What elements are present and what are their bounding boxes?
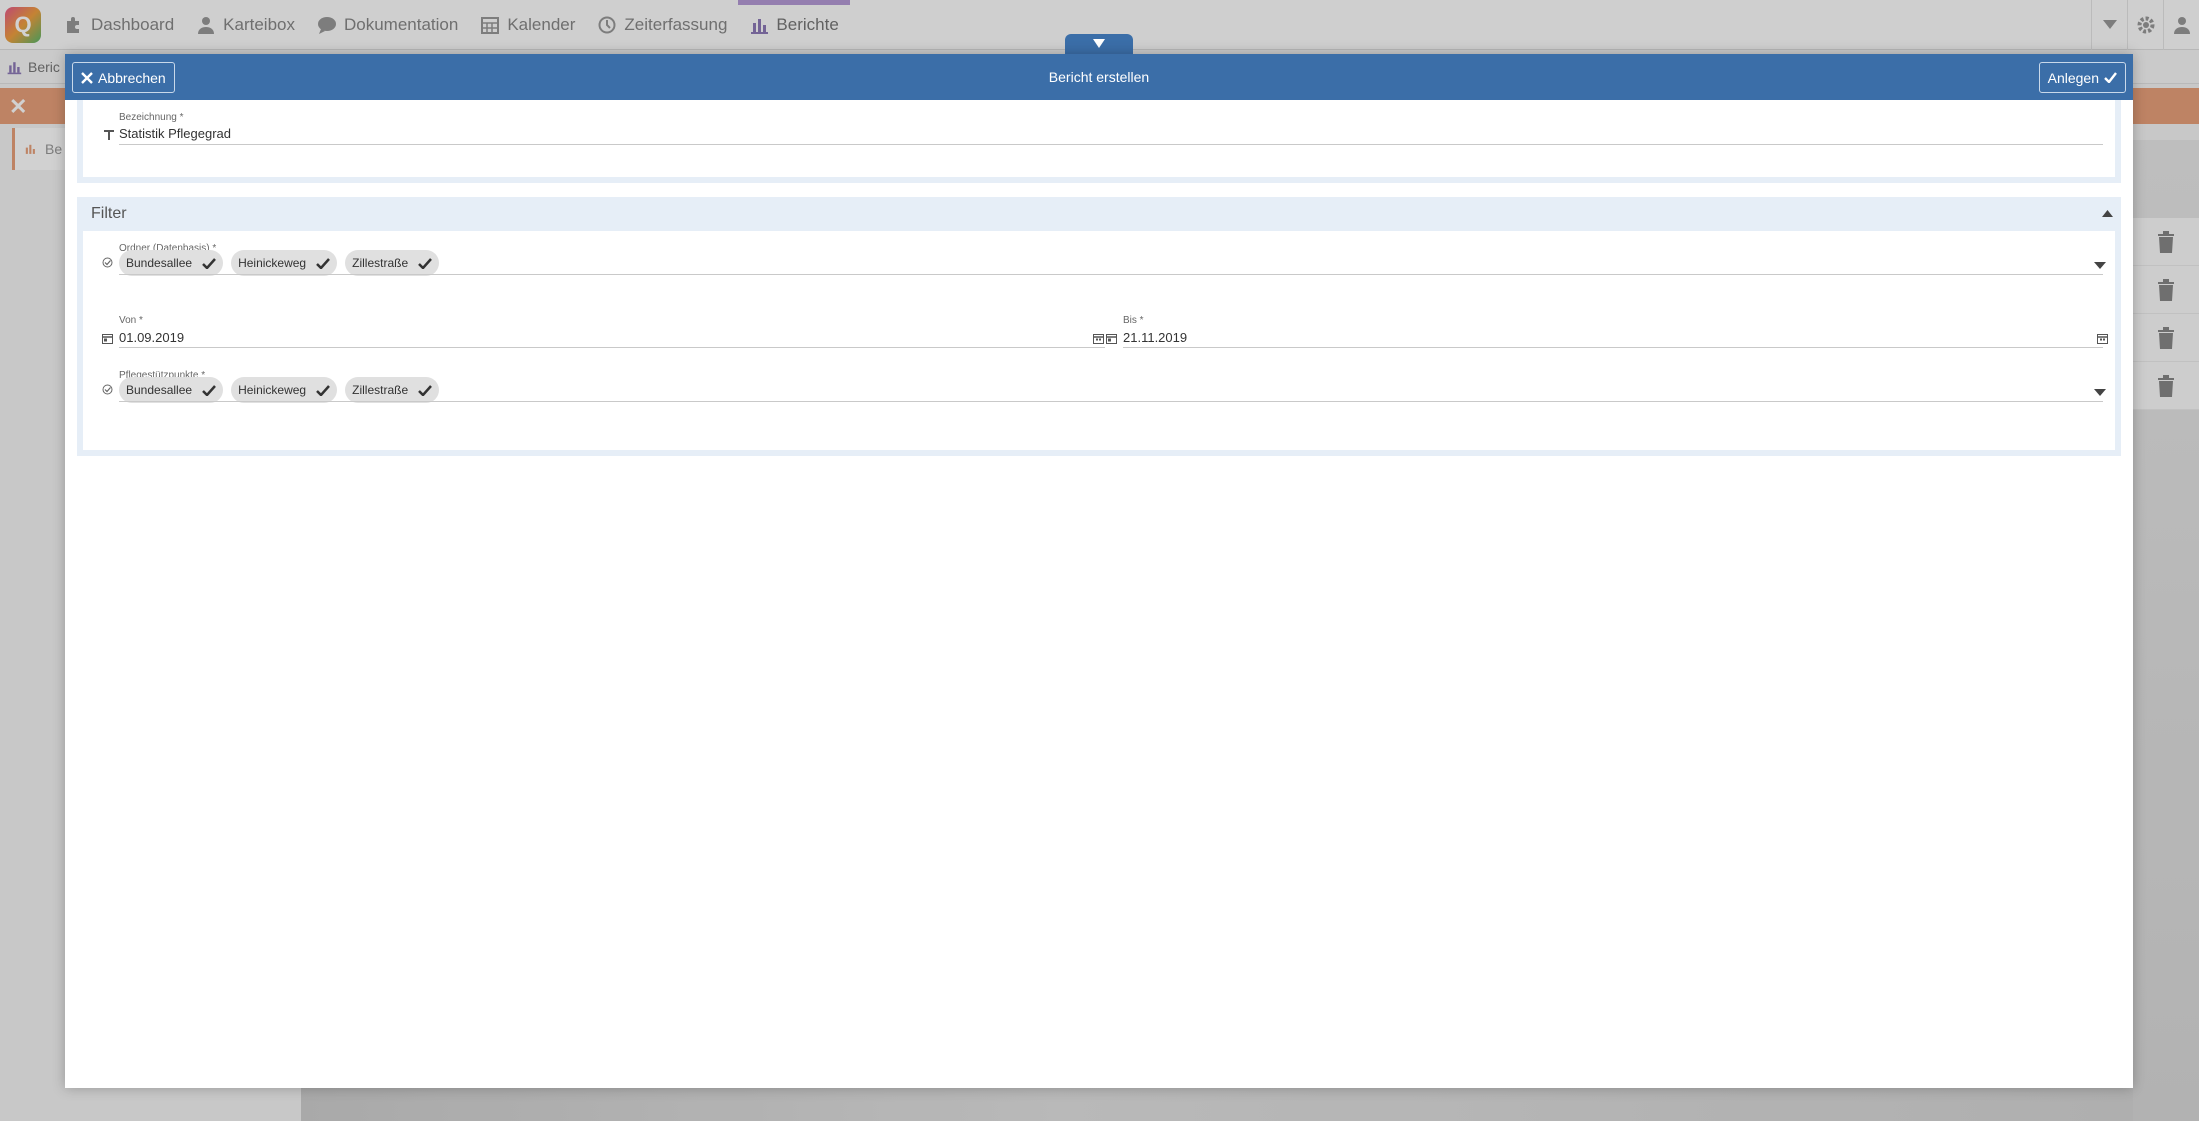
calendar-icon [102, 334, 113, 344]
filter-section: Filter Ordner (Datenbasis) * Bundesallee… [77, 197, 2121, 456]
chip-ordner-3[interactable]: Zillestraße [345, 250, 440, 276]
check-icon[interactable] [316, 257, 331, 269]
bis-input[interactable]: 21.11.2019 [1123, 330, 1187, 345]
create-button-label: Anlegen [2047, 69, 2099, 86]
chip-label: Bundesallee [126, 256, 193, 270]
bezeichnung-label: Bezeichnung * [119, 112, 184, 123]
chip-pflege-2[interactable]: Heinickeweg [231, 377, 338, 403]
check-icon [2104, 72, 2117, 83]
filter-title: Filter [91, 205, 127, 222]
checkbox-circle-icon [102, 257, 113, 268]
von-underline [119, 347, 1105, 348]
check-icon[interactable] [418, 257, 433, 269]
bezeichnung-input[interactable]: Statistik Pflegegrad [119, 126, 231, 141]
pflegestuetzpunkte-chips[interactable]: Bundesallee Heinickeweg Zillestraße [119, 377, 440, 403]
chip-label: Heinickeweg [238, 383, 307, 397]
close-icon [81, 71, 93, 84]
caret-up-icon[interactable] [2102, 210, 2113, 217]
pflegestuetzpunkte-underline [119, 401, 2103, 402]
bezeichnung-underline [119, 144, 2103, 145]
chip-ordner-2[interactable]: Heinickeweg [231, 250, 338, 276]
chip-label: Bundesallee [126, 383, 193, 397]
check-icon[interactable] [202, 257, 216, 269]
calendar-picker-icon[interactable] [2097, 333, 2108, 344]
modal-header: Abbrechen Bericht erstellen Anlegen [65, 54, 2133, 100]
ordner-chips[interactable]: Bundesallee Heinickeweg Zillestraße [119, 250, 440, 276]
check-icon[interactable] [202, 384, 216, 396]
chip-pflege-3[interactable]: Zillestraße [345, 377, 440, 403]
von-input[interactable]: 01.09.2019 [119, 330, 184, 345]
create-button[interactable]: Anlegen [2038, 62, 2126, 93]
modal-title: Bericht erstellen [1048, 69, 1150, 85]
check-icon[interactable] [316, 384, 331, 396]
bis-label: Bis * [1123, 315, 1144, 326]
dropdown-caret-icon[interactable] [2094, 262, 2106, 270]
calendar-picker-icon[interactable] [1093, 333, 1104, 344]
check-icon[interactable] [418, 384, 433, 396]
checkbox-circle-icon [102, 384, 113, 395]
calendar-icon [1106, 334, 1117, 344]
chip-label: Zillestraße [352, 383, 409, 397]
cancel-button[interactable]: Abbrechen [72, 62, 175, 93]
text-format-icon [104, 130, 114, 140]
ordner-underline [119, 274, 2103, 275]
modal-body: Bezeichnung * Statistik Pflegegrad Filte… [65, 100, 2133, 1088]
name-section: Bezeichnung * Statistik Pflegegrad [77, 100, 2121, 183]
cancel-button-label: Abbrechen [98, 69, 166, 86]
modal-pull-tab[interactable] [1065, 34, 1133, 54]
von-label: Von * [119, 315, 143, 326]
chip-label: Zillestraße [352, 256, 409, 270]
chip-pflege-1[interactable]: Bundesallee [119, 377, 224, 403]
filter-header[interactable]: Filter [77, 197, 2121, 231]
chip-ordner-1[interactable]: Bundesallee [119, 250, 224, 276]
chip-label: Heinickeweg [238, 256, 307, 270]
dropdown-caret-icon[interactable] [2094, 389, 2106, 397]
create-report-modal: Abbrechen Bericht erstellen Anlegen Beze… [65, 54, 2133, 1088]
caret-down-icon [1093, 39, 1105, 48]
bis-underline [1123, 347, 2103, 348]
